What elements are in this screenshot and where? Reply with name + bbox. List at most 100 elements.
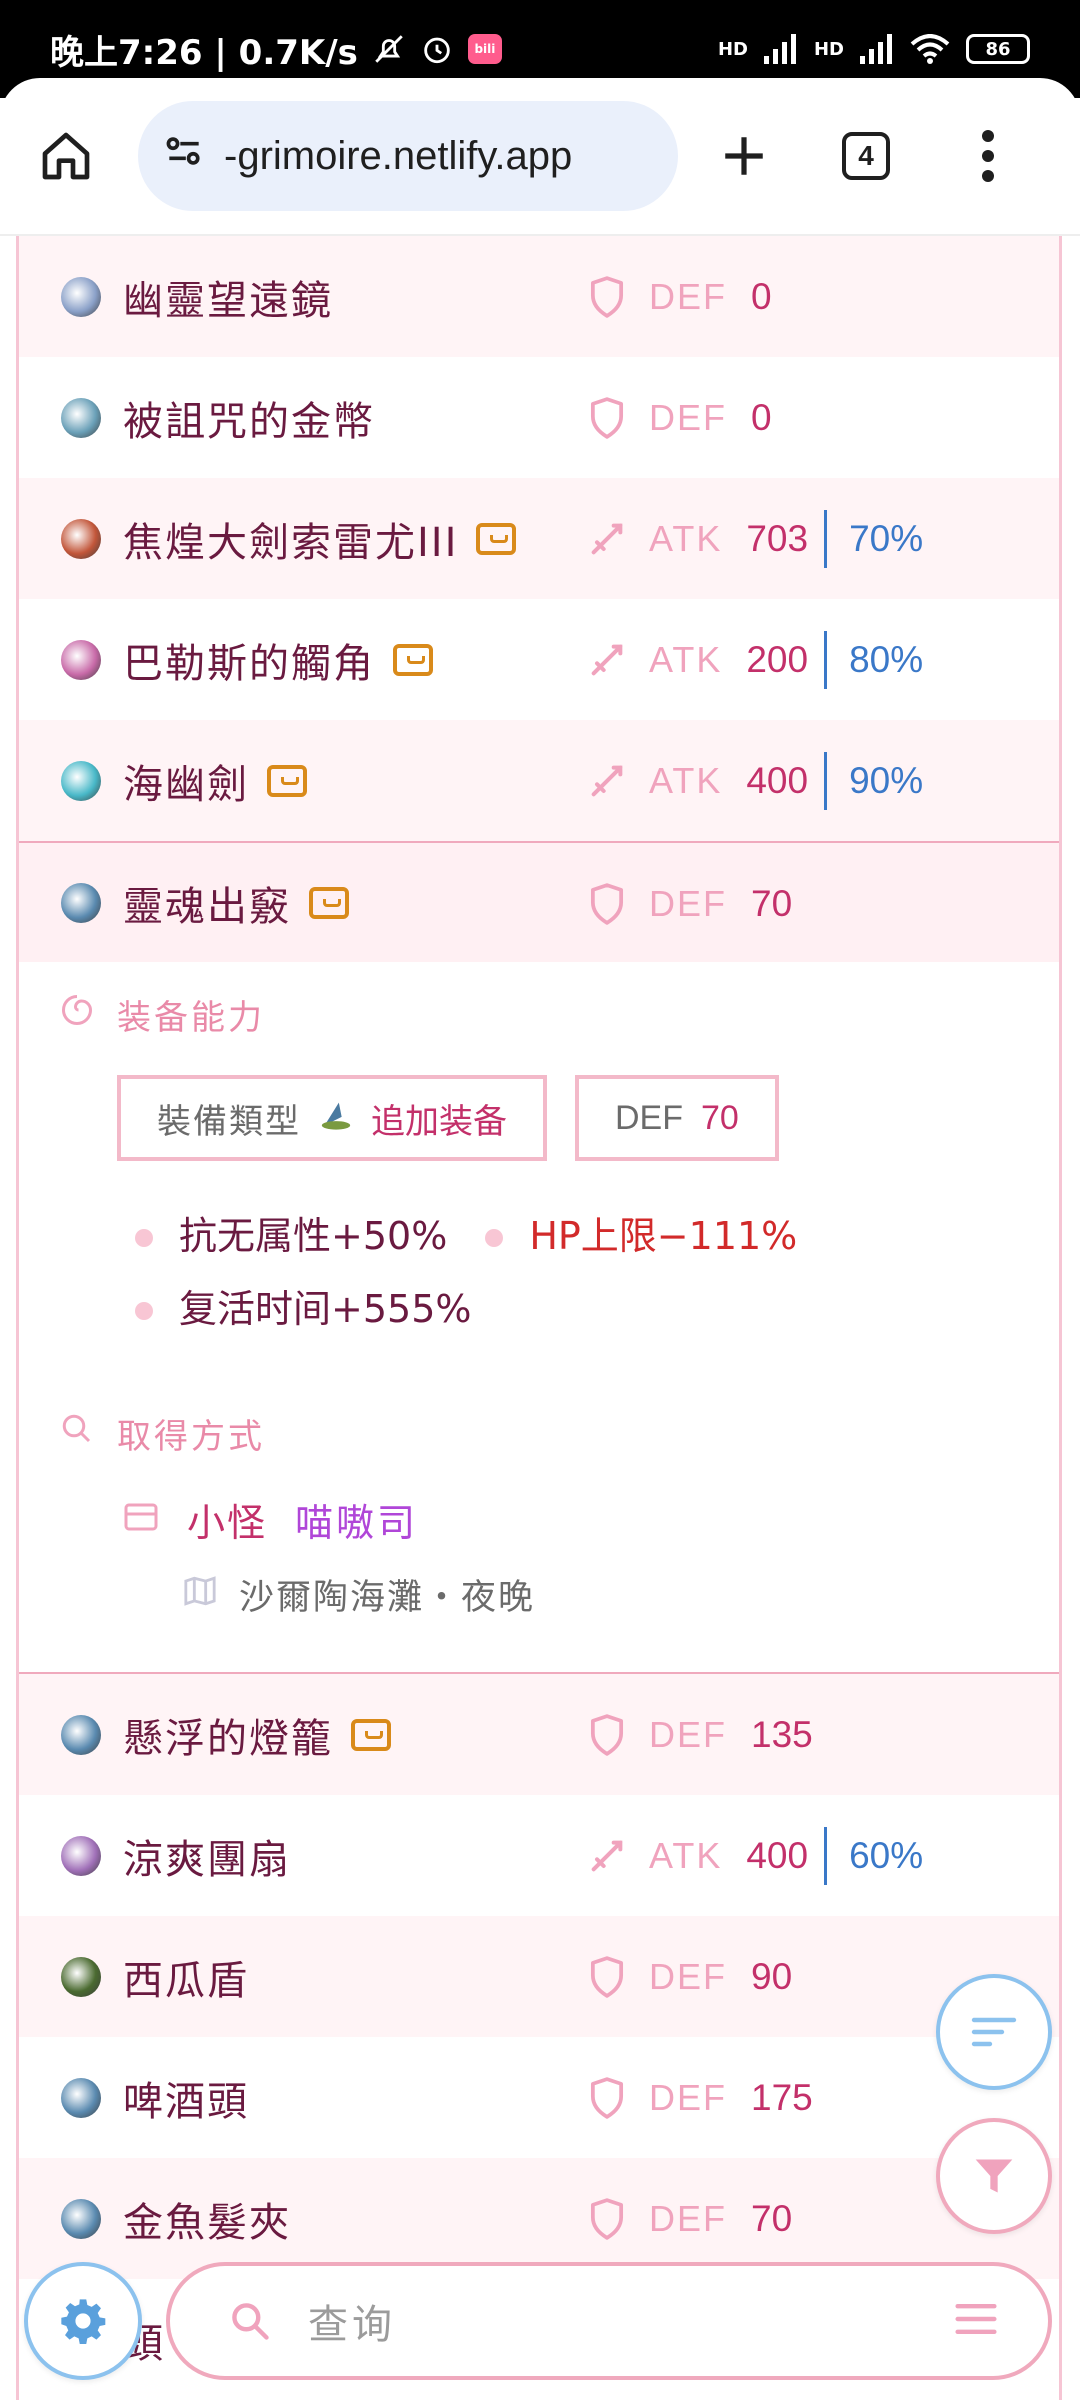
item-stat: ATK 200 80% xyxy=(587,599,923,720)
def-tag: DEF 70 xyxy=(575,1075,779,1161)
def-tag-value: 70 xyxy=(701,1098,739,1137)
sword-icon xyxy=(591,1840,623,1871)
item-name: 幽靈望遠鏡 xyxy=(123,277,333,324)
equipment-row[interactable]: 金魚髮夾 DEF 70 xyxy=(19,2158,1059,2279)
swirl-icon xyxy=(59,992,95,1037)
equipment-row[interactable]: 西瓜盾 DEF 90 xyxy=(19,1916,1059,2037)
browser-toolbar: -grimoire.netlify.app 4 xyxy=(0,78,1080,236)
stat-value: 400 xyxy=(746,759,809,801)
sort-button[interactable] xyxy=(936,1974,1052,2090)
stat-type: ATK xyxy=(649,517,723,559)
sword-icon xyxy=(587,759,627,803)
shield-icon xyxy=(590,396,624,439)
sword-icon xyxy=(587,1834,627,1878)
equipment-row[interactable]: 懸浮的燈籠 DEF 135 xyxy=(19,1674,1059,1795)
stat-type: ATK xyxy=(649,638,723,680)
site-settings-icon[interactable] xyxy=(162,129,206,183)
source-row[interactable]: 小怪 喵嗷司 xyxy=(123,1492,1059,1547)
effect-item: 复活时间+555% xyxy=(135,1278,471,1333)
sword-icon xyxy=(591,644,623,675)
stat-divider xyxy=(824,630,828,689)
mute-icon xyxy=(372,32,406,66)
shield-icon xyxy=(590,1955,624,1998)
item-icon xyxy=(61,1956,101,1997)
item-stat: ATK 400 90% xyxy=(587,720,923,841)
equipment-row[interactable]: 啤酒頭 DEF 175 xyxy=(19,2037,1059,2158)
ability-section-title: 装备能力 xyxy=(59,990,1059,1039)
item-name: 靈魂出竅 xyxy=(123,883,291,930)
browser-menu-button[interactable] xyxy=(952,120,1024,192)
list-menu-button[interactable] xyxy=(954,2299,998,2343)
effect-item: 抗无属性+50% xyxy=(135,1205,447,1260)
stat-value: 175 xyxy=(751,2076,813,2118)
stat-divider xyxy=(824,509,828,568)
stat-value: 70 xyxy=(751,2197,793,2239)
stat-percent: 90% xyxy=(849,759,924,801)
equipment-row[interactable]: 焦煌大劍索雷尤III ATK 703 70% xyxy=(19,478,1059,599)
item-stat: DEF 90 xyxy=(587,1916,792,2037)
stat-value: 200 xyxy=(746,638,809,680)
equipment-row[interactable]: 靈魂出竅 DEF 70 xyxy=(19,841,1059,962)
chest-icon xyxy=(351,1718,391,1751)
search-input[interactable]: 查询 xyxy=(308,2292,396,2350)
shield-icon xyxy=(587,882,627,926)
item-name: 金魚髮夾 xyxy=(123,2199,291,2246)
effects-list: 抗无属性+50% HP上限−111% 复活时间+555% xyxy=(135,1205,895,1333)
sword-icon xyxy=(587,638,627,682)
stat-percent: 80% xyxy=(849,638,924,680)
stat-value: 70 xyxy=(751,882,793,924)
item-detail-panel: 装备能力 裝備類型 追加装备 DEF 70 抗无属性+50% HP上限−111%… xyxy=(19,962,1059,1674)
stat-type: DEF xyxy=(649,1713,727,1755)
gear-icon xyxy=(61,2299,106,2344)
shield-icon xyxy=(587,275,627,319)
search-bar[interactable]: 查询 xyxy=(166,2262,1052,2380)
settings-button[interactable] xyxy=(24,2262,142,2380)
new-tab-button[interactable] xyxy=(708,120,780,192)
battery-indicator: 86 xyxy=(966,34,1030,64)
stat-percent: 70% xyxy=(849,517,924,559)
equip-type-value: 追加装备 xyxy=(371,1101,507,1142)
equipment-row[interactable]: 巴勒斯的觸角 ATK 200 80% xyxy=(19,599,1059,720)
effect-item: HP上限−111% xyxy=(485,1205,797,1260)
item-stat: DEF 0 xyxy=(587,357,772,478)
signal-icon xyxy=(860,34,894,64)
item-name: 啤酒頭 xyxy=(123,2078,249,2125)
url-text: -grimoire.netlify.app xyxy=(224,133,573,178)
map-icon xyxy=(183,1575,217,1615)
equipment-row[interactable]: 海幽劍 ATK 400 90% xyxy=(19,720,1059,841)
item-name: 懸浮的燈籠 xyxy=(123,1715,333,1762)
stat-percent: 60% xyxy=(849,1834,924,1876)
more-vert-icon xyxy=(982,130,994,182)
item-stat: DEF 70 xyxy=(587,2158,792,2279)
home-button[interactable] xyxy=(30,120,102,192)
shield-icon xyxy=(587,2197,627,2241)
shield-icon xyxy=(587,1955,627,1999)
item-icon xyxy=(61,1714,101,1755)
item-icon xyxy=(61,760,101,801)
shield-icon xyxy=(587,396,627,440)
item-name: 西瓜盾 xyxy=(123,1957,249,2004)
search-small-icon xyxy=(59,1411,95,1456)
bullet-dot xyxy=(485,1228,504,1247)
stat-divider xyxy=(824,751,828,810)
equip-type-tag: 裝備類型 追加装备 xyxy=(117,1075,547,1161)
equipment-row[interactable]: 涼爽團扇 ATK 400 60% xyxy=(19,1795,1059,1916)
item-icon xyxy=(61,518,101,559)
shield-icon xyxy=(590,1713,624,1756)
stat-type: ATK xyxy=(649,759,723,801)
tabs-button[interactable]: 4 xyxy=(830,120,902,192)
item-stat: ATK 400 60% xyxy=(587,1795,923,1916)
location-row: 沙爾陶海灘・夜晚 xyxy=(183,1569,1059,1620)
signal-2-label: HD xyxy=(813,38,844,60)
item-name: 被詛咒的金幣 xyxy=(123,398,375,445)
item-icon xyxy=(61,1835,101,1876)
address-bar[interactable]: -grimoire.netlify.app xyxy=(138,101,678,211)
search-icon xyxy=(232,2303,269,2340)
equipment-row[interactable]: 被詛咒的金幣 DEF 0 xyxy=(19,357,1059,478)
filter-button[interactable] xyxy=(936,2118,1052,2234)
source-monster-link[interactable]: 喵嗷司 xyxy=(295,1492,418,1547)
equipment-list: 幽靈望遠鏡 DEF 0 被詛咒的金幣 DEF 0 焦煌大劍索雷尤III ATK 703 70% 巴勒… xyxy=(16,236,1062,2400)
signal-1-label: HD xyxy=(717,38,748,60)
equipment-row[interactable]: 幽靈望遠鏡 DEF 0 xyxy=(19,236,1059,357)
stat-type: ATK xyxy=(649,1834,723,1876)
